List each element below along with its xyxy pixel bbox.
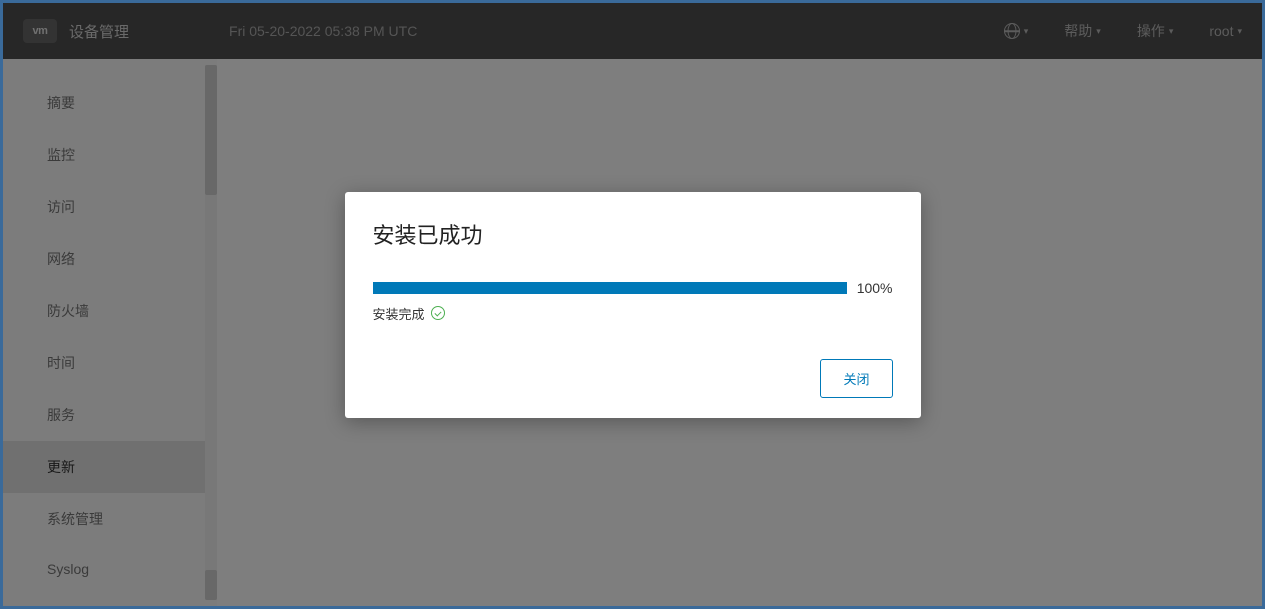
check-circle-icon — [431, 306, 445, 320]
modal-overlay: 安装已成功 100% 安装完成 关闭 — [3, 3, 1262, 606]
status-row: 安装完成 — [373, 304, 893, 323]
progress-bar — [373, 282, 847, 294]
status-text: 安装完成 — [373, 304, 425, 323]
modal-actions: 关闭 — [373, 359, 893, 398]
progress-row: 100% — [373, 280, 893, 296]
progress-percent: 100% — [857, 280, 893, 296]
modal-title: 安装已成功 — [373, 218, 893, 250]
close-button[interactable]: 关闭 — [820, 359, 892, 398]
install-success-modal: 安装已成功 100% 安装完成 关闭 — [345, 192, 921, 418]
